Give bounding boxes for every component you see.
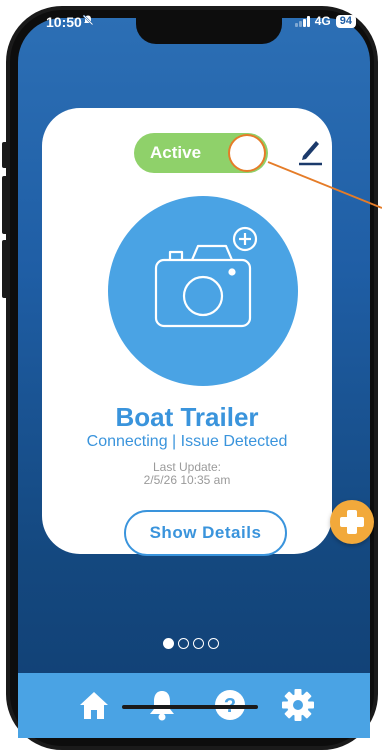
plus-icon [340, 510, 364, 534]
page-dot[interactable] [163, 638, 174, 649]
volume-down-button [2, 240, 8, 298]
gear-icon[interactable] [280, 687, 316, 723]
signal-icon [294, 15, 310, 27]
notch [136, 18, 282, 44]
toggle-knob[interactable] [230, 136, 264, 170]
bell-off-icon [82, 14, 94, 29]
home-icon[interactable] [76, 687, 112, 723]
edit-pencil-icon[interactable] [297, 136, 323, 166]
camera-add-icon[interactable] [108, 196, 298, 386]
device-card: Active Boat Trailer Connecting | Issue D… [42, 108, 332, 556]
page-indicator [0, 638, 382, 649]
last-update-value: 2/5/26 10:35 am [143, 473, 231, 487]
add-device-button[interactable] [330, 500, 374, 544]
status-time: 10:50 [46, 14, 82, 30]
volume-up-button [2, 176, 8, 234]
show-details-button[interactable]: Show Details [124, 510, 287, 556]
silent-switch [2, 142, 8, 168]
page-dot[interactable] [208, 638, 219, 649]
battery-icon: 94 [335, 14, 356, 28]
toggle-label: Active [150, 143, 202, 162]
device-status: Connecting | Issue Detected [86, 433, 288, 450]
network-label: 4G [314, 14, 331, 28]
active-toggle[interactable]: Active [134, 133, 268, 173]
device-name: Boat Trailer [115, 402, 259, 432]
page-dot[interactable] [178, 638, 189, 649]
home-indicator [122, 705, 258, 709]
page-dot[interactable] [193, 638, 204, 649]
last-update-label: Last Update: [152, 460, 222, 474]
status-indicators: 4G 94 [294, 14, 356, 28]
